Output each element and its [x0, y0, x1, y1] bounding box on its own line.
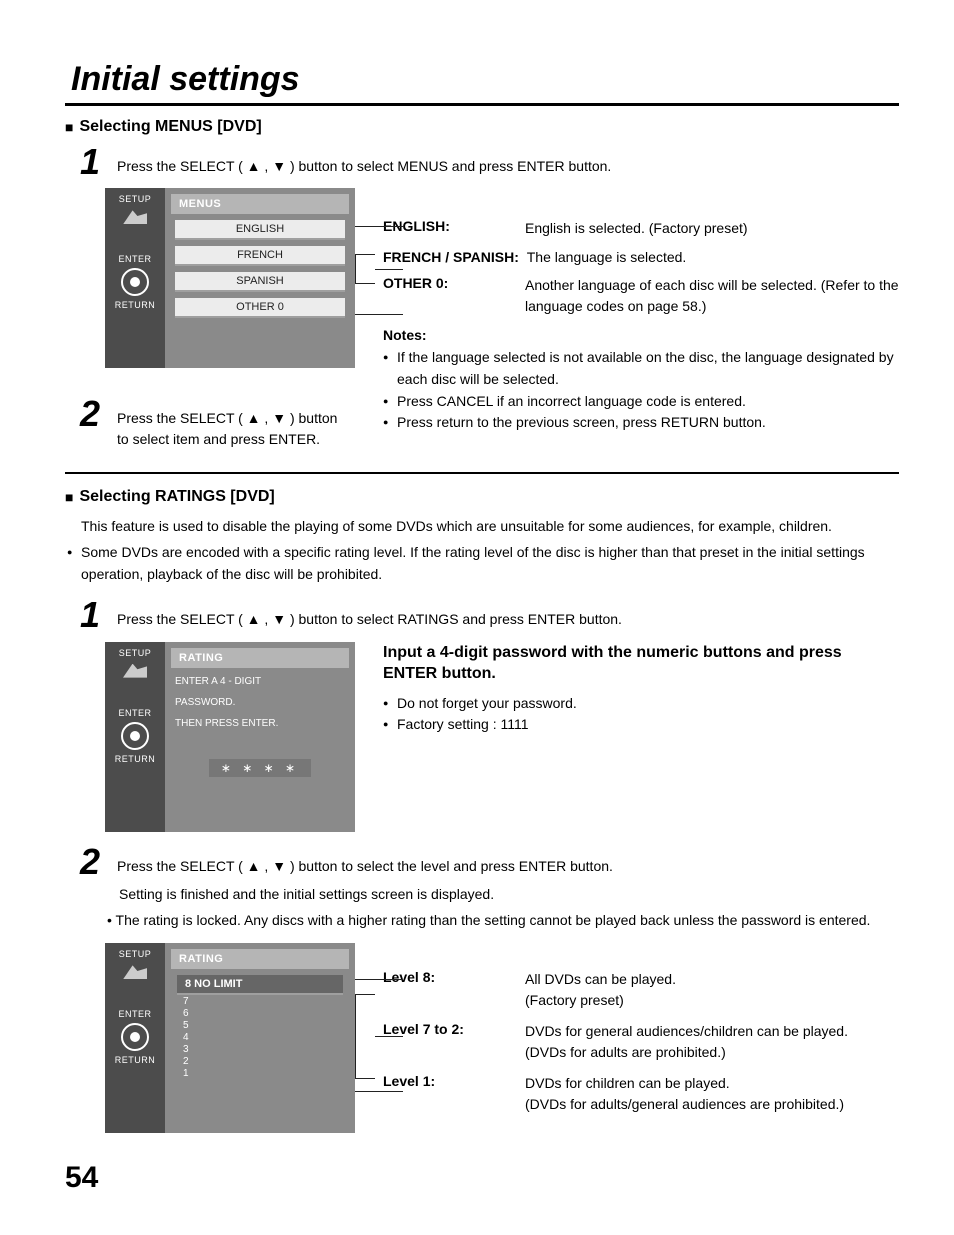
password-instruction-heading: Input a 4-digit password with the numeri…: [383, 642, 899, 685]
connector-line: [355, 979, 403, 980]
level-desc: DVDs for general audiences/children can …: [525, 1021, 899, 1063]
setup-icon: [123, 965, 147, 979]
osd-return-label: RETURN: [115, 754, 156, 764]
step-number-1: 1: [73, 599, 107, 631]
connector-line: [375, 269, 403, 270]
osd-rating-levels: SETUP ENTER RETURN RATING 8 NO LIMIT 7 6…: [105, 943, 355, 1133]
ratings-step2-text: Press the SELECT ( ▲ , ▼ ) button to sel…: [117, 856, 613, 877]
osd-menus: SETUP ENTER RETURN MENUS ENGLISH FRENCH …: [105, 188, 355, 368]
level-desc: All DVDs can be played. (Factory preset): [525, 969, 899, 1011]
osd-setup-label: SETUP: [119, 648, 152, 658]
osd-level-item: 2: [177, 1056, 343, 1067]
section-divider: [65, 472, 899, 474]
osd-item: SPANISH: [175, 272, 345, 292]
menus-step1-text: Press the SELECT ( ▲ , ▼ ) button to sel…: [117, 156, 611, 177]
ratings-finish1: Setting is finished and the initial sett…: [119, 884, 899, 906]
dpad-icon: [121, 1023, 149, 1051]
osd-level-item: 6: [177, 1008, 343, 1019]
connector-line: [375, 1036, 403, 1037]
notes-heading: Notes:: [383, 327, 899, 343]
osd-rating-header: RATING: [171, 648, 349, 668]
osd-level-item: 4: [177, 1032, 343, 1043]
square-bullet-icon: ■: [65, 119, 73, 135]
section-heading-ratings-text: Selecting RATINGS [DVD]: [79, 488, 274, 506]
ratings-intro1: This feature is used to disable the play…: [81, 516, 899, 538]
section-heading-menus: ■ Selecting MENUS [DVD]: [65, 118, 899, 136]
title-rule: [65, 103, 899, 106]
dpad-icon: [121, 268, 149, 296]
password-stars: ∗ ∗ ∗ ∗: [209, 759, 311, 777]
page-number: 54: [65, 1161, 899, 1195]
page-title: Initial settings: [71, 60, 899, 99]
note-item: Press return to the previous screen, pre…: [383, 412, 899, 434]
osd-setup-label: SETUP: [119, 949, 152, 959]
osd-item: OTHER 0: [175, 298, 345, 318]
section-heading-menus-text: Selecting MENUS [DVD]: [79, 118, 261, 136]
def-desc: English is selected. (Factory preset): [525, 218, 899, 239]
connector-line: [355, 226, 403, 227]
ratings-step1: 1 Press the SELECT ( ▲ , ▼ ) button to s…: [73, 599, 899, 631]
ratings-intro2: Some DVDs are encoded with a specific ra…: [67, 542, 899, 585]
connector-bracket: [355, 994, 375, 1079]
osd-sub-text: PASSWORD.: [175, 695, 345, 710]
osd-left-panel: SETUP ENTER RETURN: [105, 188, 165, 368]
osd-item: ENGLISH: [175, 220, 345, 240]
level-term: Level 1:: [383, 1073, 513, 1089]
osd-return-label: RETURN: [115, 1055, 156, 1065]
osd-enter-label: ENTER: [118, 1009, 151, 1019]
ratings-finish2: • The rating is locked. Any discs with a…: [107, 910, 899, 932]
osd-level-item: 7: [177, 996, 343, 1007]
ratings-step1-text: Press the SELECT ( ▲ , ▼ ) button to sel…: [117, 609, 622, 630]
connector-line: [355, 314, 403, 315]
osd-enter-label: ENTER: [118, 254, 151, 264]
osd-enter-label: ENTER: [118, 708, 151, 718]
osd-sub-text: THEN PRESS ENTER.: [175, 716, 345, 731]
menus-step1: 1 Press the SELECT ( ▲ , ▼ ) button to s…: [73, 146, 899, 178]
setup-icon: [123, 210, 147, 224]
level-term: Level 7 to 2:: [383, 1021, 513, 1037]
square-bullet-icon: ■: [65, 489, 73, 505]
step-number-2: 2: [73, 846, 107, 878]
connector-line: [355, 1091, 403, 1092]
osd-item: FRENCH: [175, 246, 345, 266]
osd-rating-password: SETUP ENTER RETURN RATING ENTER A 4 - DI…: [105, 642, 355, 832]
section-heading-ratings: ■ Selecting RATINGS [DVD]: [65, 488, 899, 506]
level-term: Level 8:: [383, 969, 513, 985]
osd-level-item-selected: 8 NO LIMIT: [177, 975, 343, 995]
level-desc: DVDs for children can be played. (DVDs f…: [525, 1073, 899, 1115]
dpad-icon: [121, 722, 149, 750]
osd-level-item: 3: [177, 1044, 343, 1055]
osd-left-panel: SETUP ENTER RETURN: [105, 642, 165, 832]
osd-rating-header: RATING: [171, 949, 349, 969]
setup-icon: [123, 664, 147, 678]
osd-level-item: 1: [177, 1068, 343, 1079]
def-desc: Another language of each disc will be se…: [525, 275, 899, 317]
osd-setup-label: SETUP: [119, 194, 152, 204]
osd-menus-header: MENUS: [171, 194, 349, 214]
osd-left-panel: SETUP ENTER RETURN: [105, 943, 165, 1133]
ratings-step2: 2 Press the SELECT ( ▲ , ▼ ) button to s…: [73, 846, 899, 878]
note-item: Press CANCEL if an incorrect language co…: [383, 391, 899, 413]
pw-note: Factory setting : 1111: [383, 714, 899, 736]
pw-note: Do not forget your password.: [383, 693, 899, 715]
step-number-1: 1: [73, 146, 107, 178]
def-term: FRENCH / SPANISH: The language is select…: [383, 249, 899, 265]
osd-sub-text: ENTER A 4 - DIGIT: [175, 674, 345, 689]
notes-list: If the language selected is not availabl…: [383, 347, 899, 434]
note-item: If the language selected is not availabl…: [383, 347, 899, 390]
connector-bracket: [355, 254, 375, 284]
osd-return-label: RETURN: [115, 300, 156, 310]
osd-level-item: 5: [177, 1020, 343, 1031]
def-term: OTHER 0:: [383, 275, 513, 291]
